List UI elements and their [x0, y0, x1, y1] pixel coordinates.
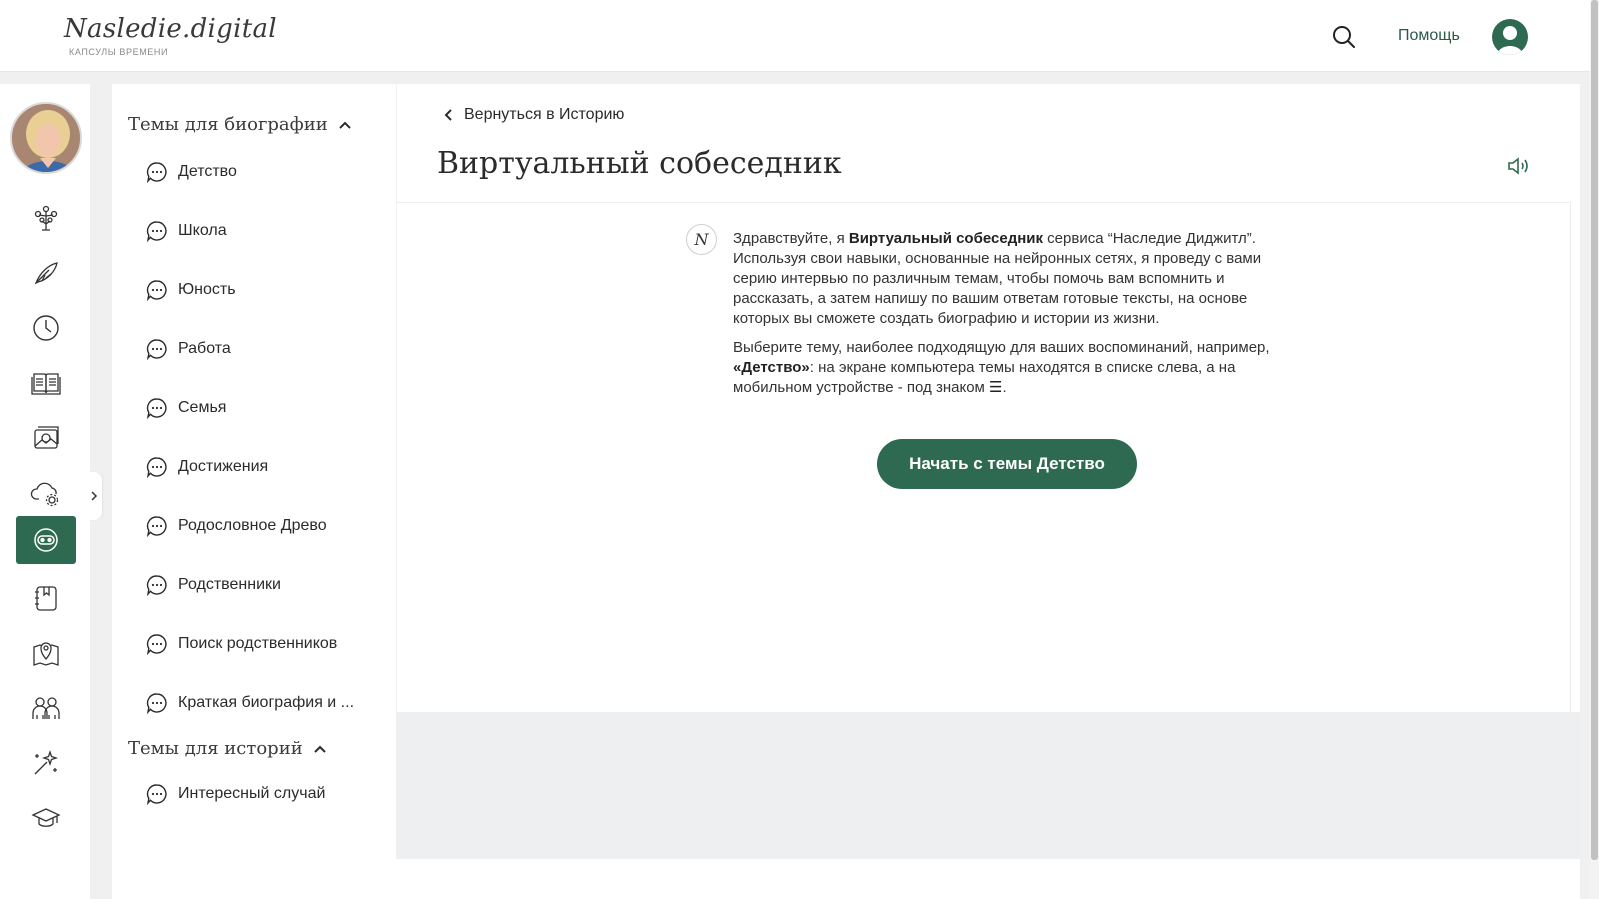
icon-rail [0, 84, 90, 899]
title-divider [397, 202, 1570, 203]
message-paragraph-1: Здравствуйте, я Виртуальный собеседник с… [733, 229, 1283, 329]
chat-bubble-icon [146, 784, 167, 805]
family-tree-icon[interactable] [16, 194, 76, 242]
topic-item-label: Достижения [178, 458, 269, 475]
top-header: Nasledie.digital КАПСУЛЫ ВРЕМЕНИ Помощь [0, 0, 1590, 72]
message-text: . [1002, 379, 1007, 396]
chat-bubble-icon [146, 634, 167, 655]
bot-avatar: N [686, 224, 717, 255]
stories-topics-heading[interactable]: Темы для историй [128, 738, 327, 759]
clock-icon[interactable] [16, 304, 76, 352]
topic-item-label: Школа [178, 222, 227, 239]
chatbot-icon[interactable] [16, 516, 76, 564]
back-to-history-link[interactable]: Вернуться в Историю [444, 106, 624, 124]
rail-expand-toggle[interactable] [86, 472, 102, 520]
content-right-border [1570, 202, 1571, 712]
feather-pen-icon[interactable] [16, 249, 76, 297]
chat-bubble-icon [146, 457, 167, 478]
logo-subtitle: КАПСУЛЫ ВРЕМЕНИ [69, 47, 169, 57]
topic-item[interactable]: Родственники [146, 570, 281, 600]
chat-bubble-icon [146, 280, 167, 301]
topic-item-label: Родственники [178, 576, 281, 593]
chat-bubble-icon [146, 162, 167, 183]
biography-topics-heading[interactable]: Темы для биографии [128, 114, 352, 135]
chat-bubble-icon [146, 575, 167, 596]
menu-symbol-icon: ☰ [989, 379, 1003, 396]
chevron-right-icon [91, 491, 98, 501]
chevron-up-icon [313, 745, 326, 753]
cloud-settings-icon[interactable] [16, 469, 76, 517]
message-text: Выберите тему, наиболее подходящую для в… [733, 339, 1270, 356]
start-topic-button[interactable]: Начать с темы Детство [877, 439, 1137, 489]
topic-item-label: Поиск родственников [178, 635, 338, 652]
topic-item-label: Интересный случай [178, 785, 326, 802]
main-footer-area [397, 712, 1580, 859]
page-title: Виртуальный собеседник [437, 146, 842, 181]
topic-item[interactable]: Школа [146, 216, 227, 246]
biography-topics-label: Темы для биографии [128, 114, 328, 135]
chevron-left-icon [444, 109, 452, 121]
bottom-strip [112, 859, 1580, 899]
topic-item[interactable]: Детство [146, 157, 237, 187]
people-icon[interactable] [16, 684, 76, 732]
topic-item[interactable]: Краткая биография и ... [146, 688, 354, 718]
message-paragraph-2: Выберите тему, наиболее подходящую для в… [733, 338, 1283, 398]
chat-bubble-icon [146, 693, 167, 714]
bot-message: Здравствуйте, я Виртуальный собеседник с… [733, 229, 1283, 407]
topic-item[interactable]: Поиск родственников [146, 629, 337, 659]
site-logo[interactable]: Nasledie.digital КАПСУЛЫ ВРЕМЕНИ [64, 12, 277, 60]
topic-item-label: Родословное Древо [178, 517, 327, 534]
chevron-up-icon [339, 121, 351, 129]
topic-item-label: Детство [178, 163, 237, 180]
topic-item[interactable]: Достижения [146, 452, 268, 482]
logo-text: Nasledie.digital [64, 14, 277, 44]
topic-item-label: Работа [178, 340, 231, 357]
search-icon[interactable] [1331, 24, 1357, 50]
photo-album-icon[interactable] [16, 414, 76, 462]
chat-bubble-icon [146, 516, 167, 537]
message-bold-text: «Детство» [733, 359, 810, 376]
magic-wand-icon[interactable] [16, 739, 76, 787]
chat-bubble-icon [146, 398, 167, 419]
topic-item[interactable]: Семья [146, 393, 226, 423]
map-pin-icon[interactable] [16, 629, 76, 677]
chat-bubble-icon [146, 339, 167, 360]
message-text: Здравствуйте, я [733, 230, 849, 247]
topic-item[interactable]: Родословное Древо [146, 511, 327, 541]
user-avatar-icon[interactable] [1492, 19, 1528, 55]
topic-item-label: Юность [178, 281, 236, 298]
topic-item[interactable]: Интересный случай [146, 779, 325, 809]
speaker-icon[interactable] [1506, 154, 1532, 178]
topic-item-label: Краткая биография и ... [178, 694, 355, 711]
notebook-icon[interactable] [16, 574, 76, 622]
scrollbar-thumb[interactable] [1591, 0, 1598, 860]
help-link[interactable]: Помощь [1398, 27, 1460, 45]
chat-bubble-icon [146, 221, 167, 242]
profile-photo[interactable] [10, 102, 82, 174]
topic-item[interactable]: Юность [146, 275, 236, 305]
back-link-label: Вернуться в Историю [464, 106, 625, 123]
open-book-icon[interactable] [16, 359, 76, 407]
topic-item-label: Семья [178, 399, 227, 416]
message-bold-text: Виртуальный собеседник [848, 230, 1044, 247]
stories-topics-label: Темы для историй [128, 738, 303, 759]
topic-item[interactable]: Работа [146, 334, 231, 364]
graduation-cap-icon[interactable] [16, 794, 76, 842]
topics-panel: Темы для биографии Детство Школа Юность Раб… [112, 84, 396, 899]
